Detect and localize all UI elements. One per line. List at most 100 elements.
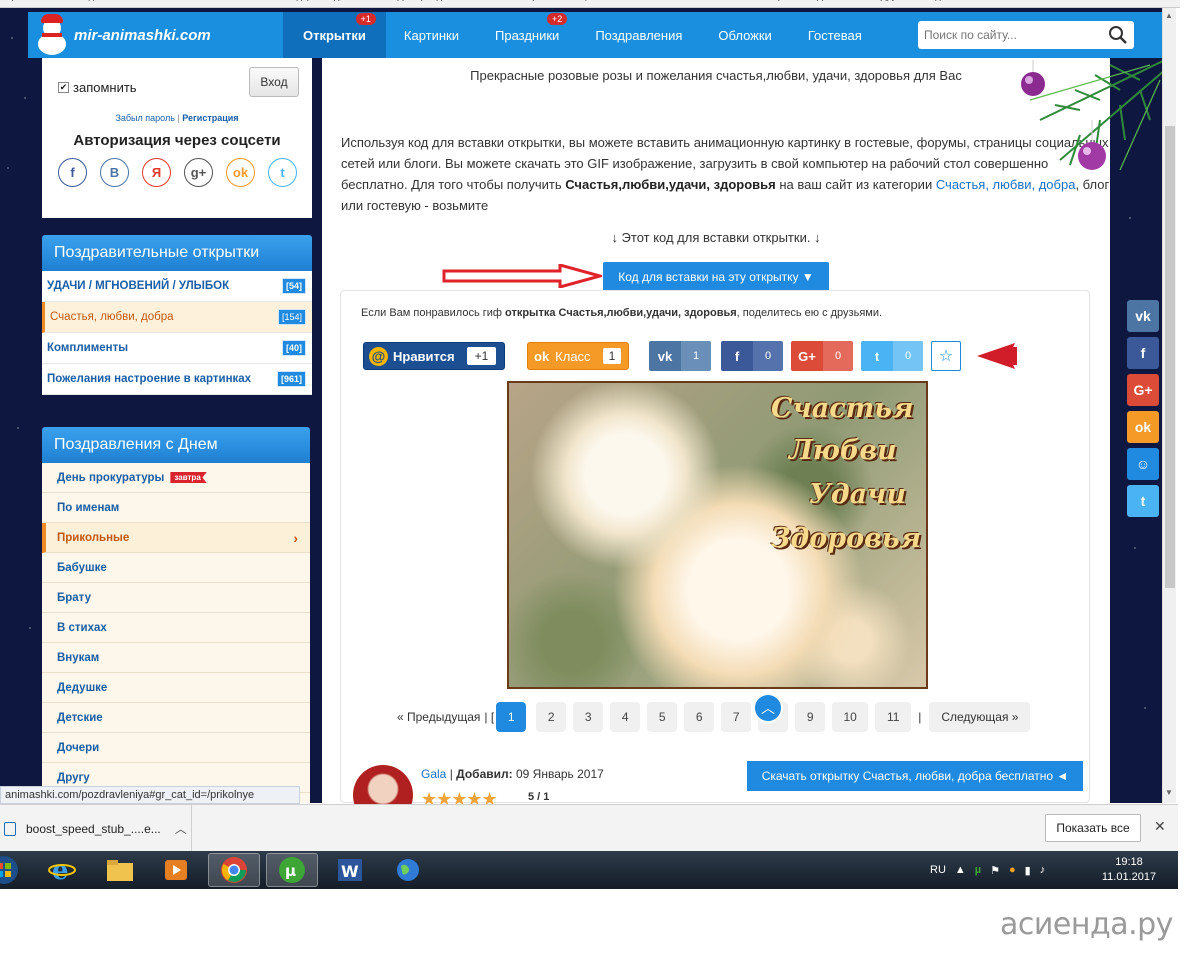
close-icon[interactable]: ✕: [1154, 818, 1166, 835]
author-name[interactable]: Gala: [421, 767, 446, 781]
start-button-icon[interactable]: [0, 853, 22, 887]
right-my-world-icon[interactable]: ☺: [1127, 448, 1159, 480]
page-4-button[interactable]: 4: [610, 702, 641, 732]
utorrent-tray-icon[interactable]: µ: [975, 864, 981, 876]
globe-icon[interactable]: [382, 853, 434, 887]
chrome-icon[interactable]: [208, 853, 260, 887]
google-plus-icon[interactable]: g+: [184, 158, 213, 187]
site-search: [918, 21, 1134, 49]
right-odnoklassniki-icon[interactable]: ok: [1127, 411, 1159, 443]
browser-scrollbar[interactable]: ▲ ▼: [1162, 8, 1176, 803]
next-page-link[interactable]: Следующая »: [929, 702, 1031, 732]
google-plus-share-button[interactable]: G+ 0: [791, 341, 853, 371]
right-facebook-icon[interactable]: f: [1127, 337, 1159, 369]
download-card-button[interactable]: Скачать открытку Счастья, любви, добра б…: [747, 761, 1083, 791]
internet-explorer-icon[interactable]: e: [36, 853, 88, 887]
clock[interactable]: 19:18 11.01.2017: [1098, 855, 1160, 885]
remember-checkbox[interactable]: ✔ запомнить: [58, 80, 137, 95]
scroll-thumb[interactable]: [1165, 126, 1175, 588]
nav-label: Праздники: [495, 27, 560, 43]
right-twitter-icon[interactable]: t: [1127, 485, 1159, 517]
pagination-separator: | [: [484, 710, 495, 724]
clock-date: 11.01.2017: [1101, 871, 1157, 883]
day-item[interactable]: Дедушке: [42, 673, 310, 703]
nav-badge: +1: [355, 13, 376, 25]
site-logo[interactable]: mir-animashki.com: [28, 12, 283, 58]
postcard-image[interactable]: Счастья Любви Удачи Здоровья: [507, 381, 928, 689]
page-2-button[interactable]: 2: [536, 702, 567, 732]
system-tray: RU ▲ µ ⚑ ● ▮ ♪: [930, 851, 1045, 889]
page-1-button[interactable]: 1: [496, 702, 527, 732]
login-button[interactable]: Вход: [249, 67, 299, 97]
page-9-button[interactable]: 9: [795, 702, 826, 732]
right-vk-icon[interactable]: vk: [1127, 300, 1159, 332]
scroll-up-arrow-icon[interactable]: ▲: [1165, 11, 1173, 20]
nav-item-covers[interactable]: Обложки: [700, 12, 789, 58]
odnoklassniki-icon: ok: [534, 348, 550, 364]
page-3-button[interactable]: 3: [573, 702, 604, 732]
scroll-down-arrow-icon[interactable]: ▼: [1165, 788, 1173, 797]
page-5-button[interactable]: 5: [647, 702, 678, 732]
scroll-up-icon[interactable]: ︿: [753, 693, 783, 723]
embed-code-button[interactable]: Код для вставки на эту открытку ▼: [603, 262, 829, 291]
download-item[interactable]: boost_speed_stub_....e... ︿: [0, 805, 192, 852]
ok-class-button[interactable]: ok Класс 1: [527, 342, 629, 370]
category-item[interactable]: Пожелания настроение в картинках [961]: [42, 364, 312, 395]
show-all-downloads-button[interactable]: Показать все: [1045, 814, 1141, 842]
language-indicator[interactable]: RU: [930, 864, 946, 876]
chevron-up-icon[interactable]: ︿: [175, 820, 187, 837]
search-input[interactable]: [924, 28, 1104, 42]
day-item[interactable]: По именам: [42, 493, 310, 523]
category-item[interactable]: Комплименты [40]: [42, 333, 312, 364]
twitter-icon[interactable]: t: [268, 158, 297, 187]
category-count: [961]: [276, 371, 306, 387]
file-explorer-icon[interactable]: [94, 853, 146, 887]
category-item[interactable]: Счастья, любви, добра [154]: [42, 302, 312, 333]
flag-icon[interactable]: ⚑: [990, 864, 1000, 877]
word-icon[interactable]: W: [324, 853, 376, 887]
day-item[interactable]: В стихах: [42, 613, 310, 643]
yandex-icon[interactable]: Я: [142, 158, 171, 187]
facebook-share-button[interactable]: f 0: [721, 341, 783, 371]
mailru-like-button[interactable]: @ Нравится +1: [363, 342, 505, 370]
bookmarks-bar: СервисыЯндексНОВОСТИ КОРОЛЕКалендарь - с…: [0, 0, 1180, 8]
tray-expand-icon[interactable]: ▲: [955, 864, 966, 876]
nav-label: Поздравления: [595, 27, 683, 43]
media-player-icon[interactable]: [150, 853, 202, 887]
facebook-icon[interactable]: f: [58, 158, 87, 187]
nav-item-pictures[interactable]: Картинки: [386, 12, 477, 58]
register-link[interactable]: Регистрация: [182, 113, 238, 123]
day-item[interactable]: День прокуратуры завтра: [42, 463, 310, 493]
day-label: В стихах: [57, 621, 107, 634]
page-10-button[interactable]: 10: [832, 702, 869, 732]
twitter-share-button[interactable]: t 0: [861, 341, 923, 371]
vk-share-button[interactable]: vk 1: [649, 341, 711, 371]
page-7-button[interactable]: 7: [721, 702, 752, 732]
forgot-password-link[interactable]: Забыл пароль: [115, 113, 174, 123]
browser-status-url: animashki.com/pozdravleniya#gr_cat_id=/p…: [0, 786, 300, 804]
nav-item-greetings[interactable]: Поздравления: [577, 12, 700, 58]
day-item[interactable]: Брату: [42, 583, 310, 613]
search-icon[interactable]: [1108, 25, 1128, 45]
day-item[interactable]: Детские: [42, 703, 310, 733]
day-item[interactable]: Внукам: [42, 643, 310, 673]
favorite-star-icon[interactable]: ☆: [931, 341, 961, 371]
utorrent-icon[interactable]: µ: [266, 853, 318, 887]
nav-item-cards[interactable]: Открытки +1: [283, 12, 386, 58]
day-item[interactable]: Прикольные ›: [42, 523, 310, 553]
nav-item-guestbook[interactable]: Гостевая: [790, 12, 880, 58]
right-google-plus-icon[interactable]: G+: [1127, 374, 1159, 406]
category-label: Счастья, любви, добра: [50, 311, 174, 323]
category-item[interactable]: УДАЧИ / МГНОВЕНИЙ / УЛЫБОК [54]: [42, 271, 312, 302]
volume-icon[interactable]: ♪: [1040, 864, 1046, 876]
day-item[interactable]: Бабушке: [42, 553, 310, 583]
day-item[interactable]: Дочери: [42, 733, 310, 763]
network-signal-icon[interactable]: ▮: [1025, 864, 1031, 877]
page-11-button[interactable]: 11: [875, 702, 912, 732]
vk-icon[interactable]: B: [100, 158, 129, 187]
odnoklassniki-icon[interactable]: ok: [226, 158, 255, 187]
update-icon[interactable]: ●: [1009, 864, 1016, 876]
prev-page-link[interactable]: « Предыдущая: [397, 710, 480, 724]
nav-item-holidays[interactable]: Праздники +2: [477, 12, 577, 58]
page-6-button[interactable]: 6: [684, 702, 715, 732]
